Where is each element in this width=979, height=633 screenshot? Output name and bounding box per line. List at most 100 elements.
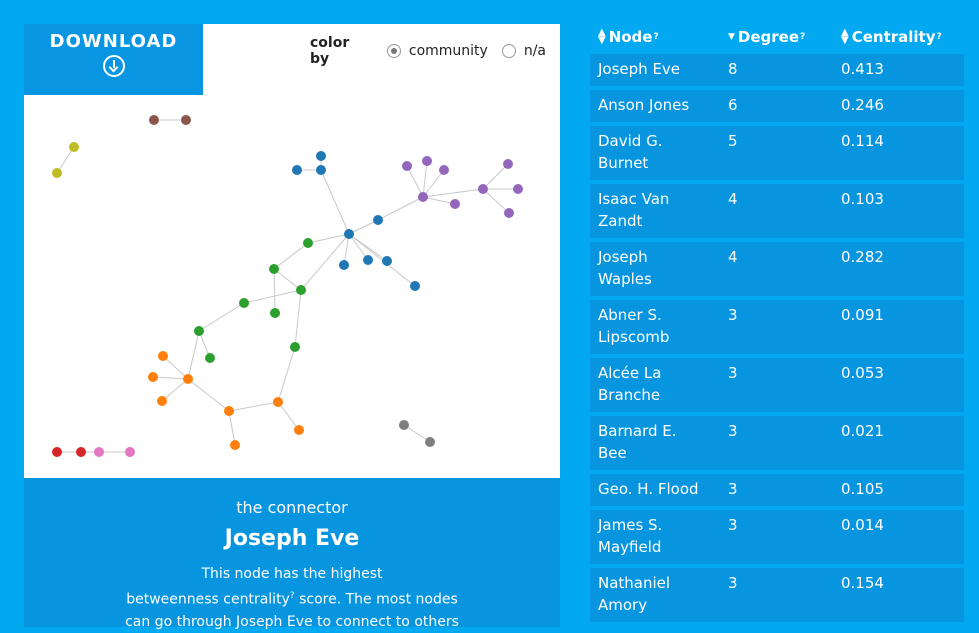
left-panel: DOWNLOAD color by community n/a the conn… (24, 24, 560, 630)
graph-node[interactable] (418, 192, 428, 202)
graph-node[interactable] (52, 168, 62, 178)
graph-node[interactable] (294, 425, 304, 435)
graph-node[interactable] (290, 342, 300, 352)
help-icon[interactable]: ? (800, 32, 805, 42)
graph-node[interactable] (270, 308, 280, 318)
graph-node[interactable] (194, 326, 204, 336)
graph-node[interactable] (149, 115, 159, 125)
node-cell: Geo. H. Flood (598, 480, 699, 498)
node-header-label: Node (608, 28, 653, 46)
description-term: betweenness centrality (126, 591, 290, 608)
graph-edge (198, 302, 245, 332)
graph-node[interactable] (148, 372, 158, 382)
node-cell: Nathaniel Amory (598, 574, 671, 614)
graph-edge (294, 289, 302, 348)
centrality-column-header[interactable]: ▲ ▼ Centrality ? (837, 27, 964, 47)
table-row[interactable]: Nathaniel Amory 3 0.154 (590, 568, 964, 622)
degree-cell: 6 (728, 96, 738, 114)
graph-node[interactable] (425, 437, 435, 447)
graph-node[interactable] (183, 374, 193, 384)
graph-node[interactable] (181, 115, 191, 125)
degree-header-label: Degree (737, 28, 800, 46)
graph-node[interactable] (339, 260, 349, 270)
graph-node[interactable] (422, 156, 432, 166)
graph-node[interactable] (205, 353, 215, 363)
graph-node[interactable] (382, 256, 392, 266)
degree-cell: 3 (728, 422, 738, 440)
graph-node[interactable] (503, 159, 513, 169)
table-row[interactable]: Barnard E. Bee 3 0.021 (590, 416, 964, 470)
node-cell: Anson Jones (598, 96, 690, 114)
centrality-cell: 0.105 (841, 480, 884, 498)
color-by-na-option[interactable]: n/a (501, 43, 546, 59)
table-row[interactable]: David G. Burnet 5 0.114 (590, 126, 964, 180)
graph-edge (162, 355, 189, 380)
graph-node[interactable] (273, 397, 283, 407)
graph-edge (273, 242, 309, 270)
help-icon[interactable]: ? (653, 32, 658, 42)
graph-node[interactable] (504, 208, 514, 218)
node-cell: Joseph Waples (598, 248, 652, 288)
degree-cell: 5 (728, 132, 738, 150)
color-by-community-option[interactable]: community (386, 43, 488, 59)
graph-node[interactable] (230, 440, 240, 450)
graph-node[interactable] (94, 447, 104, 457)
graph-node[interactable] (363, 255, 373, 265)
graph-node[interactable] (410, 281, 420, 291)
na-option-label: n/a (523, 43, 546, 59)
graph-node[interactable] (439, 165, 449, 175)
table-row[interactable]: Isaac Van Zandt 4 0.103 (590, 184, 964, 238)
table-row[interactable]: Joseph Eve 8 0.413 (590, 54, 964, 86)
table-row[interactable]: Abner S. Lipscomb 3 0.091 (590, 300, 964, 354)
description-line-3: can go through Joseph Eve to connect to … (125, 613, 459, 630)
graph-edge (422, 188, 484, 198)
centrality-cell: 0.154 (841, 574, 884, 592)
node-column-header[interactable]: ▲ ▼ Node ? (590, 28, 726, 47)
table-row[interactable]: Joseph Waples 4 0.282 (590, 242, 964, 296)
download-button[interactable]: DOWNLOAD (24, 24, 203, 95)
centrality-cell: 0.246 (841, 96, 884, 114)
graph-node[interactable] (269, 264, 279, 274)
graph-edge (161, 378, 189, 402)
graph-node[interactable] (158, 351, 168, 361)
table-row[interactable]: James S. Mayfield 3 0.014 (590, 510, 964, 564)
centrality-cell: 0.021 (841, 422, 884, 440)
table-row[interactable]: Geo. H. Flood 3 0.105 (590, 474, 964, 506)
degree-cell: 4 (728, 190, 738, 208)
graph-node[interactable] (316, 165, 326, 175)
graph-node[interactable] (303, 238, 313, 248)
graph-node[interactable] (69, 142, 79, 152)
degree-column-header[interactable]: ▼ Degree ? (726, 28, 837, 46)
graph-node[interactable] (373, 215, 383, 225)
na-radio[interactable] (501, 44, 516, 58)
centrality-cell: 0.014 (841, 516, 884, 534)
graph-node[interactable] (125, 447, 135, 457)
graph-node[interactable] (513, 184, 523, 194)
graph-node[interactable] (296, 285, 306, 295)
graph-node[interactable] (399, 420, 409, 430)
graph-node[interactable] (478, 184, 488, 194)
graph-node[interactable] (52, 447, 62, 457)
help-icon[interactable]: ? (937, 32, 942, 42)
degree-cell: 3 (728, 574, 738, 592)
graph-node[interactable] (157, 396, 167, 406)
node-description: This node has the highest betweenness ce… (112, 563, 472, 633)
table-row[interactable]: Alcée La Branche 3 0.053 (590, 358, 964, 412)
color-by-control: color by community n/a (310, 35, 560, 67)
node-role-label: the connector (236, 498, 348, 517)
graph-edge (273, 268, 276, 314)
table-row[interactable]: Anson Jones 6 0.246 (590, 90, 964, 122)
graph-node[interactable] (224, 406, 234, 416)
community-radio[interactable] (386, 44, 401, 58)
graph-node[interactable] (76, 447, 86, 457)
graph-node[interactable] (450, 199, 460, 209)
graph-node[interactable] (344, 229, 354, 239)
graph-edge (422, 169, 445, 198)
help-icon[interactable]: ? (290, 591, 295, 601)
graph-node[interactable] (239, 298, 249, 308)
graph-node[interactable] (292, 165, 302, 175)
graph-edge (422, 160, 428, 198)
graph-node[interactable] (316, 151, 326, 161)
sort-both-icon: ▲ ▼ (841, 27, 849, 46)
graph-node[interactable] (402, 161, 412, 171)
